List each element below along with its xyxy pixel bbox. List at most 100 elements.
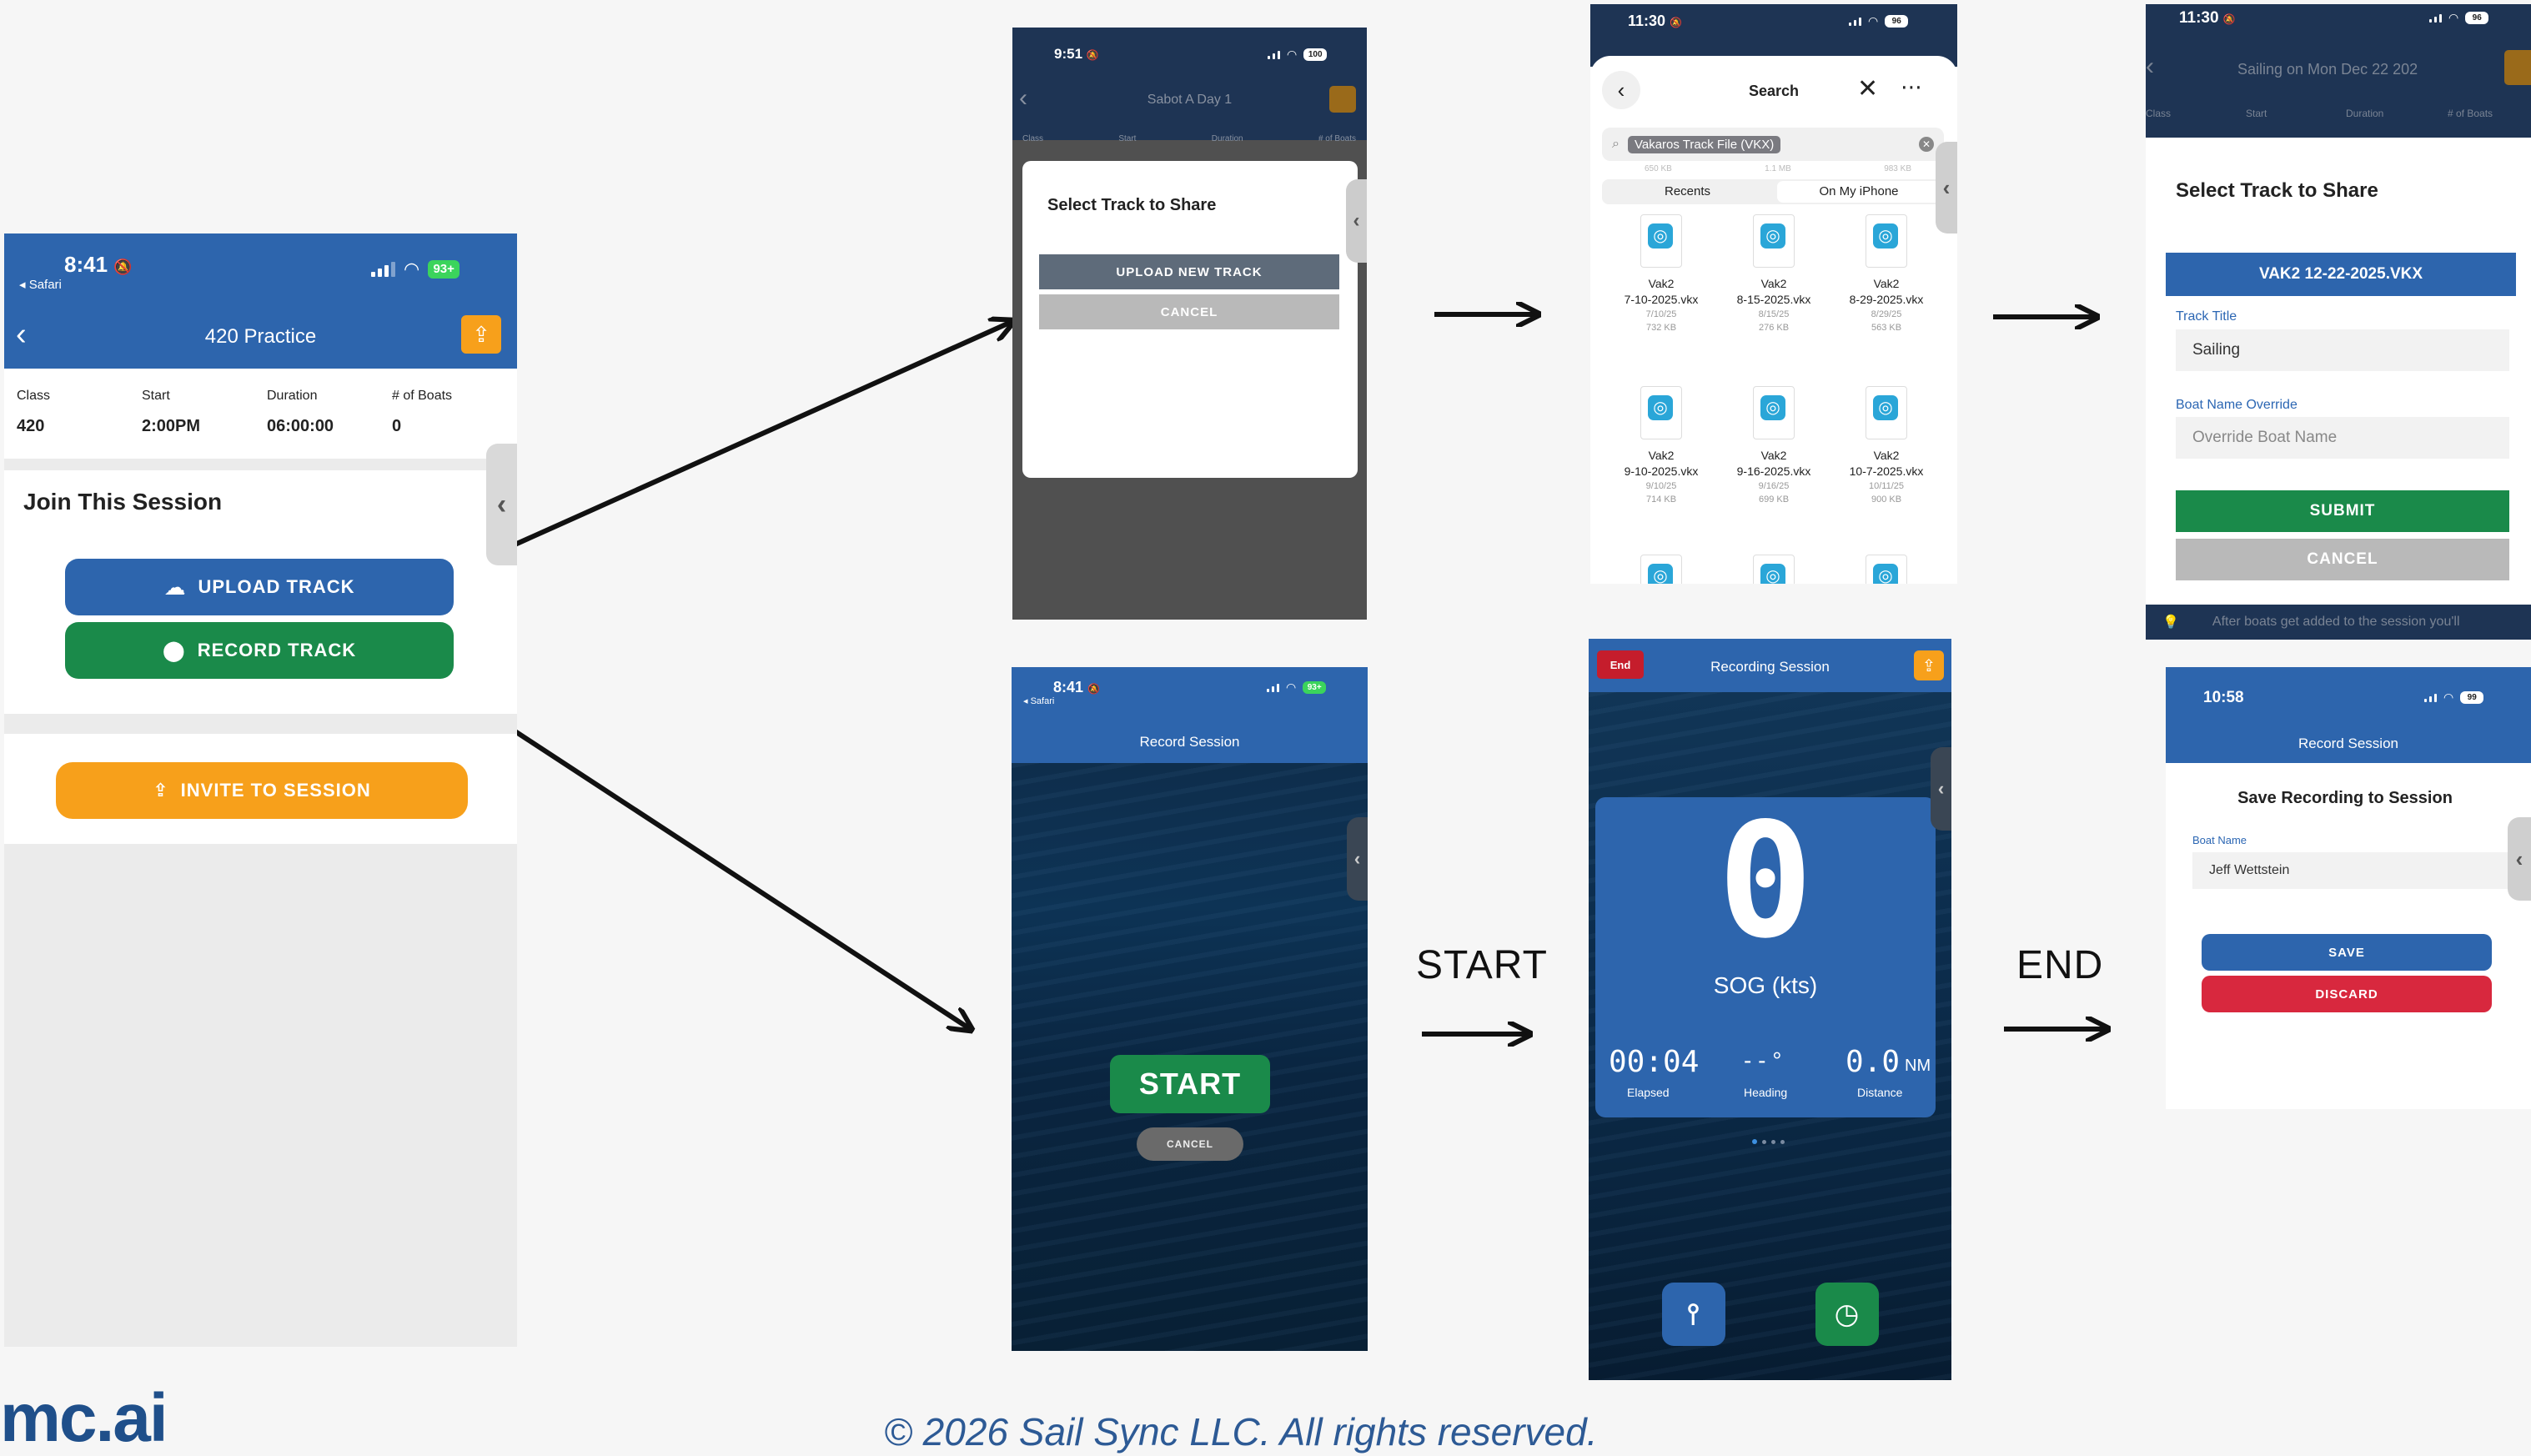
vkx-file-icon: ◎ (1640, 214, 1682, 268)
wifi-icon: ◠ (2448, 11, 2459, 24)
cancel-button[interactable]: CANCEL (1039, 294, 1339, 329)
info-header-duration: Duration (2346, 108, 2384, 119)
modal-title: Save Recording to Session (2237, 789, 2453, 807)
signal-icon (1268, 50, 1280, 59)
file-item[interactable]: ◎ Vak2 7-10-2025.vkx 7/10/25 732 KB (1607, 214, 1715, 334)
upload-track-button[interactable]: ☁ UPLOAD TRACK (65, 559, 454, 615)
info-header-start: Start (142, 389, 170, 403)
discard-button[interactable]: DISCARD (2202, 976, 2492, 1012)
file-item[interactable]: ◎ Vak2 9-10-2025.vkx 9/10/25 714 KB (1607, 386, 1715, 506)
timer-button[interactable]: ◷ (1815, 1283, 1879, 1346)
vkx-file-icon: ◎ (1640, 555, 1682, 584)
selected-file-button[interactable]: VAK2 12-22-2025.VKX (2166, 253, 2516, 296)
file-item[interactable]: ◎ Vak2 9-16-2025.vkx 9/16/25 699 KB (1720, 386, 1828, 506)
distance-label: Distance (1857, 1086, 1903, 1099)
bell-slash-icon: 🔕 (1087, 683, 1100, 695)
search-icon: ⌕ (1612, 137, 1620, 151)
status-icons: ◠ 93+ (371, 259, 460, 280)
boat-name-input[interactable]: Jeff Wettstein (2192, 852, 2508, 889)
wifi-icon: ◠ (2443, 690, 2454, 704)
file-date: 9/10/25 (1645, 481, 1677, 491)
app-header: 8:41 🔕 ◂ Safari ◠ 93+ Record Session (1012, 667, 1368, 763)
side-drawer-handle[interactable]: ‹ (2508, 817, 2531, 901)
file-item[interactable]: ◎ (1607, 555, 1715, 584)
cancel-button[interactable]: CANCEL (2176, 539, 2509, 580)
cancel-button[interactable]: CANCEL (1137, 1127, 1243, 1161)
info-header-class: Class (2146, 108, 2172, 119)
info-header-start: Start (2246, 108, 2267, 119)
status-time: 10:58 (2203, 689, 2244, 706)
share-icon: ⇪ (153, 780, 169, 801)
battery-icon: 93+ (428, 260, 460, 279)
session-info: Class Start Duration # of Boats 420 2:00… (4, 369, 517, 459)
share-button[interactable]: ⇪ (461, 315, 501, 354)
upload-new-track-button[interactable]: UPLOAD NEW TRACK (1039, 254, 1339, 289)
tab-on-my-iphone[interactable]: On My iPhone (1777, 181, 1941, 203)
info-value-duration: 06:00:00 (267, 417, 334, 435)
status-time: 11:30 🔕 (2179, 9, 2236, 27)
bell-slash-icon: 🔕 (2222, 13, 2236, 25)
more-icon[interactable]: ⋯ (1901, 74, 1922, 100)
signal-icon (371, 262, 395, 277)
file-item[interactable]: ◎ Vak2 8-29-2025.vkx 8/29/25 563 KB (1832, 214, 1941, 334)
side-drawer-handle[interactable]: ‹ (486, 444, 517, 565)
back-to-safari[interactable]: ◂ Safari (1023, 695, 1054, 706)
file-size: 900 KB (1871, 495, 1902, 505)
submit-button[interactable]: SUBMIT (2176, 490, 2509, 532)
search-field[interactable]: ⌕ Vakaros Track File (VKX) ✕ (1602, 128, 1944, 161)
clear-search-icon[interactable]: ✕ (1919, 137, 1934, 152)
invite-button[interactable]: ⇪ INVITE TO SESSION (56, 762, 468, 819)
share-form: Select Track to Share VAK2 12-22-2025.VK… (2146, 138, 2531, 605)
share-button[interactable] (2504, 50, 2531, 85)
file-name: Vak2 10-7-2025.vkx (1849, 449, 1924, 478)
arrow-upload-to-select (444, 321, 1013, 578)
side-drawer-handle[interactable]: ‹ (1931, 747, 1951, 831)
record-track-button[interactable]: ⬤ RECORD TRACK (65, 622, 454, 679)
status-icons: ◠ 96 (1849, 14, 1909, 28)
elapsed-label: Elapsed (1627, 1086, 1670, 1099)
size-row: 650 KB 1.1 MB 983 KB (1645, 164, 1911, 173)
screen-file-picker: 11:30 🔕 ◠ 96 ‹ Search ✕ ⋯ ⌕ Vakaros Trac… (1590, 4, 1957, 584)
status-bar: 11:30 🔕 ◠ 96 ‹ Sailing on Mon Dec 22 202… (2146, 4, 2531, 138)
modal-title: Select Track to Share (2176, 179, 2378, 202)
close-icon[interactable]: ✕ (1857, 74, 1878, 103)
app-header: 10:58 ◠ 99 Record Session (2166, 667, 2531, 763)
file-size: 699 KB (1758, 495, 1790, 505)
tab-recents[interactable]: Recents (1602, 184, 1773, 198)
boat-override-input[interactable]: Override Boat Name (2176, 417, 2509, 459)
side-drawer-handle[interactable]: ‹ (1936, 142, 1957, 233)
side-drawer-handle[interactable]: ‹ (1347, 817, 1368, 901)
back-to-safari[interactable]: ◂ Safari (19, 277, 62, 292)
track-title-input[interactable]: Sailing (2176, 329, 2509, 371)
location-pin-icon: ⬤ (162, 639, 186, 662)
location-segmented: Recents On My iPhone (1602, 179, 1944, 204)
back-chevron-icon[interactable]: ‹ (1019, 84, 1027, 113)
file-item[interactable]: ◎ Vak2 8-15-2025.vkx 8/15/25 276 KB (1720, 214, 1828, 334)
end-label: END (2016, 943, 2104, 987)
info-value-boats: 0 (392, 417, 402, 435)
file-name: Vak2 8-29-2025.vkx (1849, 277, 1924, 306)
cloud-upload-icon: ☁ (163, 574, 187, 600)
lightbulb-icon: 💡 (2162, 615, 2179, 630)
gauge-panel: 0 SOG (kts) 00:04 Elapsed - - ° Heading … (1595, 797, 1936, 1117)
screen-recording-session: End Recording Session ⇪ 0 SOG (kts) 00:0… (1589, 639, 1951, 1380)
info-header-class: Class (17, 389, 51, 403)
page-title: Sabot A Day 1 (1147, 93, 1233, 107)
file-item[interactable]: ◎ Vak2 10-7-2025.vkx 10/11/25 900 KB (1832, 386, 1941, 506)
status-time: 8:41 🔕 (1053, 679, 1100, 695)
start-button[interactable]: START (1110, 1055, 1270, 1113)
back-chevron-icon[interactable]: ‹ (2146, 53, 2154, 81)
distance-value-row: 0.0 NM (1846, 1045, 1931, 1079)
file-item[interactable]: ◎ (1832, 555, 1941, 584)
footer-hint-bar: 💡 After boats get added to the session y… (2146, 605, 2531, 640)
share-button[interactable] (1329, 86, 1356, 113)
save-button[interactable]: SAVE (2202, 934, 2492, 971)
mark-pin-button[interactable]: ⫯ (1662, 1283, 1725, 1346)
side-drawer-handle[interactable]: ‹ (1346, 179, 1367, 263)
file-item[interactable]: ◎ (1720, 555, 1828, 584)
search-token: Vakaros Track File (VKX) (1627, 135, 1781, 153)
share-button[interactable]: ⇪ (1914, 650, 1944, 680)
status-icons: ◠ 99 (2424, 690, 2484, 705)
status-icons: ◠ 93+ (1267, 680, 1327, 695)
status-icons: ◠ 100 (1268, 48, 1328, 62)
